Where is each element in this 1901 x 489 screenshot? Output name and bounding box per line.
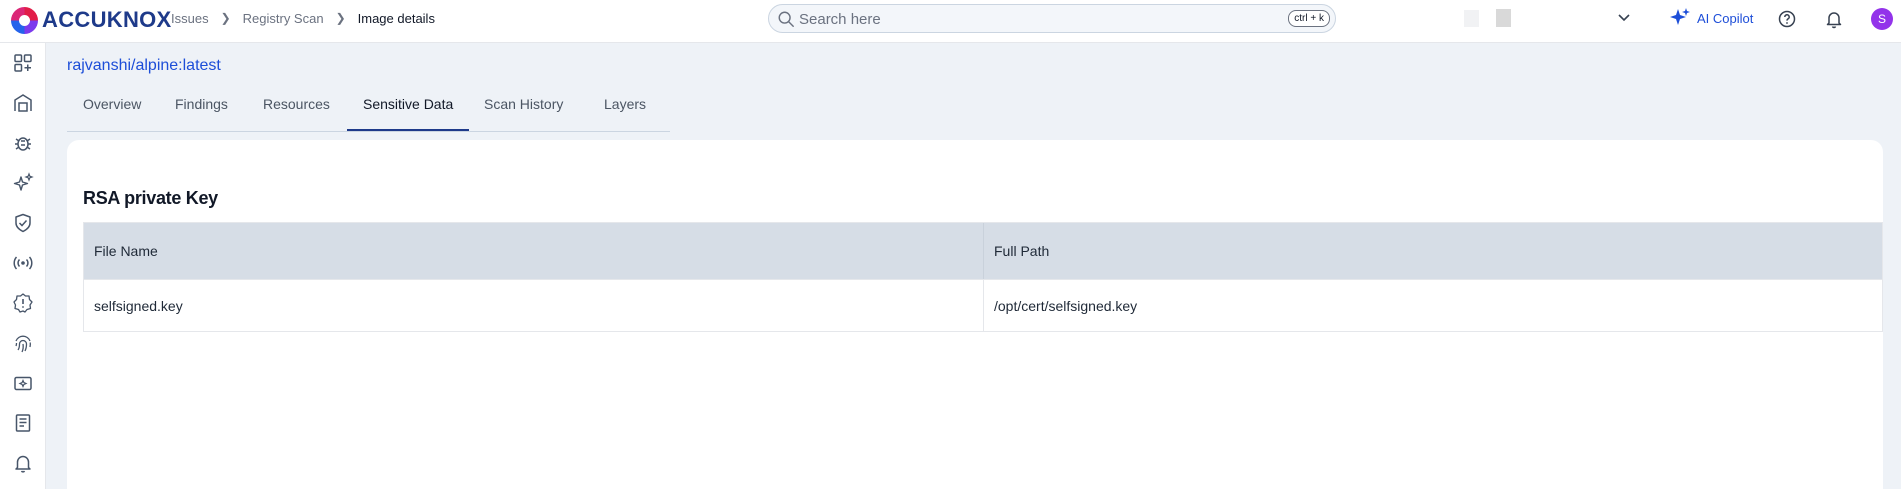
tab-layers[interactable]: Layers [604, 96, 646, 112]
tab-scan-history[interactable]: Scan History [484, 96, 563, 112]
tab-bar: Overview Findings Resources Sensitive Da… [67, 88, 670, 132]
bell-icon[interactable] [1824, 9, 1844, 29]
breadcrumb-image-details: Image details [357, 10, 435, 26]
report-icon[interactable] [12, 412, 34, 434]
workspace-placeholder[interactable] [1464, 10, 1479, 27]
tenant-placeholder[interactable] [1496, 9, 1511, 27]
accuknox-logo[interactable]: ACCUKNOX [11, 5, 172, 35]
chevron-right-icon: ❯ [335, 11, 346, 25]
breadcrumb: Issues ❯ Registry Scan ❯ Image details [171, 9, 435, 27]
search-input[interactable] [799, 9, 1259, 29]
ticket-icon[interactable] [12, 372, 34, 394]
full-path-cell: /opt/cert/selfsigned.key [983, 280, 1882, 331]
ai-copilot-label: AI Copilot [1697, 10, 1754, 26]
tab-resources[interactable]: Resources [263, 96, 330, 112]
sparkle-icon [1670, 8, 1690, 25]
user-avatar[interactable]: S [1871, 8, 1893, 30]
image-name-title[interactable]: rajvanshi/alpine:latest [67, 57, 221, 75]
table-row[interactable]: selfsigned.key /opt/cert/selfsigned.key [84, 279, 1882, 331]
shield-check-icon[interactable] [12, 212, 34, 234]
broadcast-icon[interactable] [12, 252, 34, 274]
section-title: RSA private Key [83, 188, 218, 208]
brand-name: ACCUKNOX [42, 7, 172, 32]
tab-overview[interactable]: Overview [83, 96, 141, 112]
sidebar [0, 43, 46, 489]
chevron-down-icon[interactable] [1615, 9, 1633, 27]
column-header-full-path: Full Path [983, 223, 1882, 279]
active-tab-indicator [347, 129, 469, 131]
sensitive-data-table: File Name Full Path selfsigned.key /opt/… [83, 222, 1883, 332]
search-bar[interactable]: ctrl + k [768, 4, 1336, 33]
ai-copilot-button[interactable]: AI Copilot [1669, 7, 1753, 29]
top-bar: ACCUKNOX Issues ❯ Registry Scan ❯ Image … [0, 0, 1901, 43]
shortcut-hint: ctrl + k [1288, 10, 1330, 27]
tab-sensitive-data[interactable]: Sensitive Data [363, 96, 453, 112]
breadcrumb-issues[interactable]: Issues [171, 11, 209, 26]
search-icon [778, 11, 794, 27]
chevron-right-icon: ❯ [220, 11, 231, 25]
help-icon[interactable] [1777, 9, 1797, 29]
issues-bug-icon[interactable] [12, 132, 34, 154]
column-header-file-name: File Name [94, 243, 158, 259]
fingerprint-icon[interactable] [12, 332, 34, 354]
file-name-cell: selfsigned.key [94, 297, 183, 314]
inventory-icon[interactable] [12, 92, 34, 114]
table-header: File Name Full Path [84, 223, 1882, 279]
logo-mark-icon [11, 6, 38, 34]
alert-badge-icon[interactable] [12, 292, 34, 314]
breadcrumb-registry-scan[interactable]: Registry Scan [243, 11, 324, 26]
tab-findings[interactable]: Findings [175, 96, 228, 112]
notification-bell-icon[interactable] [12, 452, 34, 474]
sparkle-icon[interactable] [12, 172, 34, 194]
dashboard-icon[interactable] [12, 52, 34, 74]
sensitive-data-card: RSA private Key File Name Full Path self… [67, 140, 1883, 489]
